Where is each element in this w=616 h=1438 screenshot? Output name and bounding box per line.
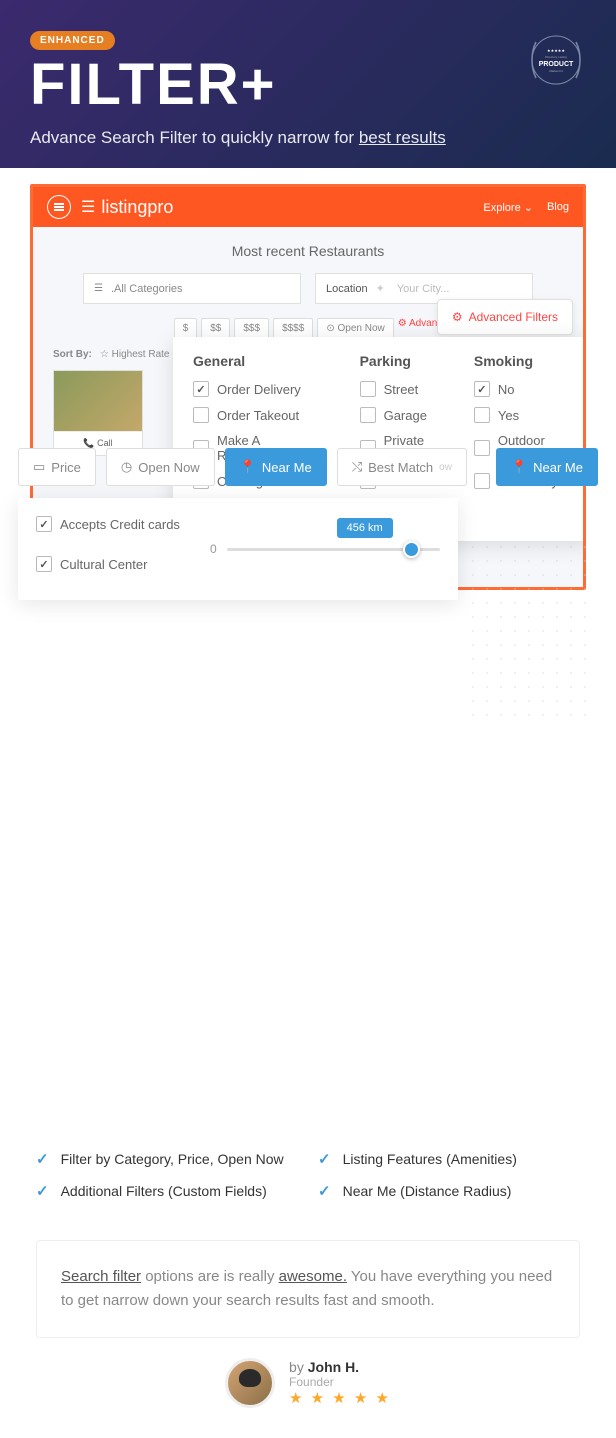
- testimonial-author: by John H. Founder ★ ★ ★ ★ ★: [0, 1358, 616, 1438]
- enhanced-badge: ENHANCED: [30, 31, 115, 50]
- listing-card[interactable]: 📞 Call: [53, 370, 143, 456]
- slider-min: 0: [210, 542, 217, 556]
- logo[interactable]: ☰listingpro: [81, 197, 173, 218]
- listing-image: [54, 371, 142, 431]
- svg-text:Directory Listing: Directory Listing: [545, 55, 567, 59]
- feature-item: ✓Filter by Category, Price, Open Now: [36, 1150, 298, 1168]
- card-icon: ▭: [33, 459, 45, 475]
- filter-group-general: General: [193, 353, 330, 369]
- price-tier-3[interactable]: $$$: [234, 318, 269, 339]
- open-now-button[interactable]: ◷Open Now: [106, 448, 215, 486]
- author-name: John H.: [308, 1359, 359, 1375]
- page-title: FILTER+: [30, 56, 586, 114]
- slider-value: 456 km: [337, 518, 393, 538]
- check-icon: ✓: [318, 1182, 331, 1200]
- section-title: Most recent Restaurants: [53, 243, 563, 259]
- shuffle-icon: ⤭: [352, 459, 362, 475]
- filter-order-delivery[interactable]: Order Delivery: [193, 381, 330, 397]
- category-select[interactable]: .All Categories: [83, 273, 301, 304]
- filter-credit-cards[interactable]: Accepts Credit cards: [36, 516, 180, 532]
- price-tier-1[interactable]: $: [174, 318, 198, 339]
- check-icon: ✓: [318, 1150, 331, 1168]
- testimonial-quote: Search filter options are is really awes…: [36, 1240, 580, 1338]
- distance-panel: Accepts Credit cards Cultural Center 0 4…: [18, 498, 458, 600]
- nav-explore[interactable]: Explore ⌄: [483, 201, 533, 214]
- filter-street[interactable]: Street: [360, 381, 444, 397]
- clock-icon: ◷: [121, 459, 132, 475]
- app-header: ☰listingpro Explore ⌄ Blog: [33, 187, 583, 227]
- price-tier-2[interactable]: $$: [201, 318, 230, 339]
- stack-icon: ☰: [81, 197, 95, 217]
- filter-order-takeout[interactable]: Order Takeout: [193, 407, 330, 423]
- filter-cultural[interactable]: Cultural Center: [36, 556, 180, 572]
- filter-garage[interactable]: Garage: [360, 407, 444, 423]
- open-now-toggle[interactable]: ⊙ Open Now: [317, 318, 393, 339]
- distance-slider[interactable]: 456 km: [227, 548, 440, 551]
- filter-group-smoking: Smoking: [474, 353, 573, 369]
- product-badge: ★★★★★ Directory Listing PRODUCTMarket Fit: [526, 30, 586, 90]
- svg-text:PRODUCT: PRODUCT: [539, 61, 574, 68]
- filter-smoking-no[interactable]: No: [474, 381, 573, 397]
- feature-item: ✓Listing Features (Amenities): [318, 1150, 580, 1168]
- filter-group-parking: Parking: [360, 353, 444, 369]
- svg-text:Market Fit: Market Fit: [549, 69, 563, 73]
- feature-item: ✓Additional Filters (Custom Fields): [36, 1182, 298, 1200]
- advanced-filters-button[interactable]: ⚙Advanced Filters: [437, 299, 573, 335]
- hamburger-icon[interactable]: [47, 195, 71, 219]
- svg-text:★★★★★: ★★★★★: [547, 48, 565, 53]
- page-subtitle: Advance Search Filter to quickly narrow …: [30, 128, 586, 148]
- near-me-button-2[interactable]: 📍Near Me: [496, 448, 598, 486]
- feature-item: ✓Near Me (Distance Radius): [318, 1182, 580, 1200]
- best-match-button[interactable]: ⤭Best Matchow: [337, 448, 467, 486]
- sort-label: Sort By:: [53, 349, 92, 360]
- near-me-button[interactable]: 📍Near Me: [225, 448, 327, 486]
- sliders-icon: ⚙: [452, 310, 463, 324]
- filter-smoking-yes[interactable]: Yes: [474, 407, 573, 423]
- decorative-dots: [466, 540, 586, 720]
- advanced-link[interactable]: ⚙ Advanc: [398, 318, 443, 339]
- sort-option[interactable]: ☆ Highest Rate: [100, 349, 170, 360]
- check-icon: ✓: [36, 1150, 49, 1168]
- nav-blog[interactable]: Blog: [547, 201, 569, 214]
- avatar: [225, 1358, 275, 1408]
- pin-icon: 📍: [240, 459, 256, 475]
- price-button[interactable]: ▭Price: [18, 448, 96, 486]
- rating-stars: ★ ★ ★ ★ ★: [289, 1389, 391, 1407]
- pin-icon: 📍: [511, 459, 527, 475]
- check-icon: ✓: [36, 1182, 49, 1200]
- price-tier-4[interactable]: $$$$: [273, 318, 313, 339]
- author-role: Founder: [289, 1375, 391, 1389]
- slider-thumb[interactable]: [403, 541, 420, 558]
